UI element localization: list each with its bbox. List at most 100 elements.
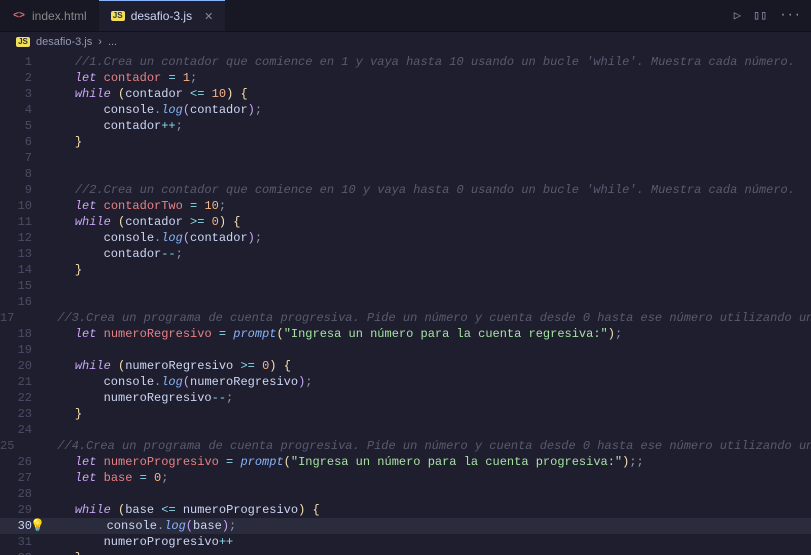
code-line[interactable]: 30💡 console.log(base); — [0, 518, 811, 534]
line-number: 23 — [0, 406, 46, 422]
line-number: 14 — [0, 262, 46, 278]
code-line[interactable]: 17 //3.Crea un programa de cuenta progre… — [0, 310, 811, 326]
line-number: 22 — [0, 390, 46, 406]
code-line[interactable]: 2 let contador = 1; — [0, 70, 811, 86]
code-content[interactable]: let contador = 1; — [46, 70, 811, 86]
code-content[interactable]: while (numeroRegresivo >= 0) { — [46, 358, 811, 374]
code-line[interactable]: 3 while (contador <= 10) { — [0, 86, 811, 102]
code-line[interactable]: 22 numeroRegresivo--; — [0, 390, 811, 406]
more-actions-icon[interactable]: ··· — [779, 8, 801, 23]
js-file-icon: JS — [16, 35, 30, 49]
code-content[interactable] — [46, 486, 811, 502]
line-number: 13 — [0, 246, 46, 262]
code-content[interactable] — [46, 422, 811, 438]
code-content[interactable] — [46, 342, 811, 358]
html-file-icon: <> — [12, 9, 26, 23]
code-content[interactable]: while (contador <= 10) { — [46, 86, 811, 102]
code-line[interactable]: 9 //2.Crea un contador que comience en 1… — [0, 182, 811, 198]
code-line[interactable]: 15 — [0, 278, 811, 294]
code-content[interactable]: } — [46, 550, 811, 555]
code-content[interactable] — [46, 278, 811, 294]
line-number: 30 — [0, 518, 46, 534]
code-line[interactable]: 25 //4.Crea un programa de cuenta progre… — [0, 438, 811, 454]
line-number: 11 — [0, 214, 46, 230]
code-line[interactable]: 28 — [0, 486, 811, 502]
line-number: 17 — [0, 310, 28, 326]
code-content[interactable]: console.log(contador); — [46, 102, 811, 118]
line-number: 16 — [0, 294, 46, 310]
line-number: 31 — [0, 534, 46, 550]
line-number: 19 — [0, 342, 46, 358]
code-line[interactable]: 24 — [0, 422, 811, 438]
code-content[interactable]: console.log(contador); — [46, 230, 811, 246]
code-line[interactable]: 12 console.log(contador); — [0, 230, 811, 246]
run-icon[interactable]: ▷ — [734, 8, 741, 23]
line-number: 26 — [0, 454, 46, 470]
code-line[interactable]: 20 while (numeroRegresivo >= 0) { — [0, 358, 811, 374]
line-number: 1 — [0, 54, 46, 70]
code-content[interactable]: let base = 0; — [46, 470, 811, 486]
code-content[interactable]: } — [46, 134, 811, 150]
code-editor[interactable]: 1 //1.Crea un contador que comience en 1… — [0, 52, 811, 555]
code-content[interactable]: //2.Crea un contador que comience en 10 … — [46, 182, 811, 198]
editor-actions: ▷ ▯▯ ··· — [724, 8, 811, 23]
code-line[interactable]: 1 //1.Crea un contador que comience en 1… — [0, 54, 811, 70]
code-line[interactable]: 4 console.log(contador); — [0, 102, 811, 118]
code-content[interactable]: //4.Crea un programa de cuenta progresiv… — [28, 438, 811, 454]
code-line[interactable]: 14 } — [0, 262, 811, 278]
line-number: 28 — [0, 486, 46, 502]
code-line[interactable]: 6 } — [0, 134, 811, 150]
line-number: 10 — [0, 198, 46, 214]
code-content[interactable]: while (contador >= 0) { — [46, 214, 811, 230]
line-number: 9 — [0, 182, 46, 198]
code-line[interactable]: 5 contador++; — [0, 118, 811, 134]
code-content[interactable]: contador--; — [46, 246, 811, 262]
line-number: 4 — [0, 102, 46, 118]
line-number: 32 — [0, 550, 46, 555]
breadcrumb-file: desafio-3.js — [36, 36, 92, 48]
code-line[interactable]: 23 } — [0, 406, 811, 422]
code-line[interactable]: 26 let numeroProgresivo = prompt("Ingres… — [0, 454, 811, 470]
code-content[interactable]: } — [46, 262, 811, 278]
code-line[interactable]: 31 numeroProgresivo++ — [0, 534, 811, 550]
code-content[interactable] — [46, 166, 811, 182]
code-content[interactable] — [46, 294, 811, 310]
code-line[interactable]: 10 let contadorTwo = 10; — [0, 198, 811, 214]
code-line[interactable]: 32 } — [0, 550, 811, 555]
code-content[interactable]: contador++; — [46, 118, 811, 134]
code-line[interactable]: 29 while (base <= numeroProgresivo) { — [0, 502, 811, 518]
code-content[interactable]: let numeroProgresivo = prompt("Ingresa u… — [46, 454, 811, 470]
code-line[interactable]: 7 — [0, 150, 811, 166]
breadcrumb[interactable]: JS desafio-3.js › ... — [0, 32, 811, 52]
line-number: 15 — [0, 278, 46, 294]
line-number: 25 — [0, 438, 28, 454]
split-editor-icon[interactable]: ▯▯ — [753, 8, 767, 23]
code-content[interactable]: console.log(numeroRegresivo); — [46, 374, 811, 390]
code-content[interactable]: 💡 console.log(base); — [46, 518, 811, 534]
code-content[interactable]: numeroProgresivo++ — [46, 534, 811, 550]
code-content[interactable]: let numeroRegresivo = prompt("Ingresa un… — [46, 326, 811, 342]
code-line[interactable]: 19 — [0, 342, 811, 358]
code-line[interactable]: 18 let numeroRegresivo = prompt("Ingresa… — [0, 326, 811, 342]
code-line[interactable]: 8 — [0, 166, 811, 182]
code-line[interactable]: 21 console.log(numeroRegresivo); — [0, 374, 811, 390]
tab-index-html[interactable]: <> index.html — [0, 0, 99, 31]
line-number: 24 — [0, 422, 46, 438]
code-content[interactable]: //3.Crea un programa de cuenta progresiv… — [28, 310, 811, 326]
code-content[interactable]: } — [46, 406, 811, 422]
code-content[interactable]: //1.Crea un contador que comience en 1 y… — [46, 54, 811, 70]
tab-bar: <> index.html JS desafio-3.js ✕ ▷ ▯▯ ··· — [0, 0, 811, 32]
code-line[interactable]: 27 let base = 0; — [0, 470, 811, 486]
code-content[interactable]: while (base <= numeroProgresivo) { — [46, 502, 811, 518]
code-line[interactable]: 13 contador--; — [0, 246, 811, 262]
line-number: 12 — [0, 230, 46, 246]
close-icon[interactable]: ✕ — [204, 10, 213, 23]
code-content[interactable] — [46, 150, 811, 166]
tab-desafio-3-js[interactable]: JS desafio-3.js ✕ — [99, 0, 226, 31]
line-number: 2 — [0, 70, 46, 86]
code-line[interactable]: 11 while (contador >= 0) { — [0, 214, 811, 230]
line-number: 7 — [0, 150, 46, 166]
code-content[interactable]: let contadorTwo = 10; — [46, 198, 811, 214]
code-content[interactable]: numeroRegresivo--; — [46, 390, 811, 406]
code-line[interactable]: 16 — [0, 294, 811, 310]
